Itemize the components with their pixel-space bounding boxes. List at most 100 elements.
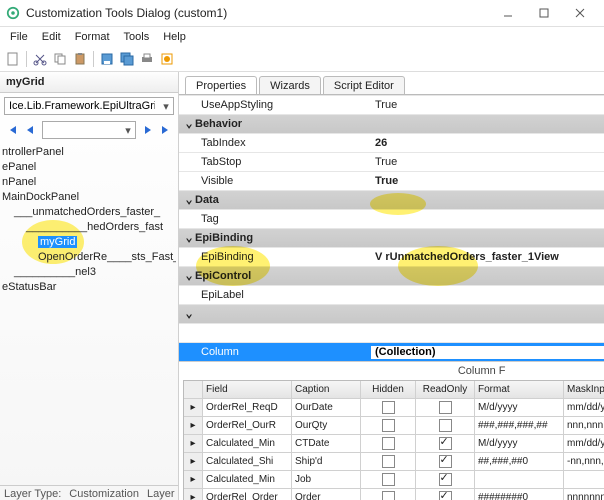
- prop-row[interactable]: UseAppStylingTrue: [179, 95, 604, 114]
- cell-caption[interactable]: Job: [292, 471, 361, 488]
- cell-mask[interactable]: [564, 471, 604, 488]
- cell-caption[interactable]: OurDate: [292, 399, 361, 416]
- prop-row[interactable]: TabStopTrue: [179, 152, 604, 171]
- paste-icon[interactable]: [71, 50, 89, 68]
- row-selector[interactable]: ▸: [184, 489, 203, 500]
- prop-category[interactable]: ⌄EpiControl: [179, 266, 604, 285]
- cell-readonly[interactable]: [416, 453, 475, 470]
- cell-readonly[interactable]: [416, 489, 475, 500]
- grid-row[interactable]: ▸OrderRel_ReqDOurDateM/d/yyyymm/dd/yyyy: [184, 399, 604, 417]
- cell-field[interactable]: OrderRel_Order: [203, 489, 292, 500]
- cell-field[interactable]: Calculated_Min: [203, 471, 292, 488]
- tab-properties[interactable]: Properties: [185, 76, 257, 95]
- prop-row[interactable]: Column(Collection) ▾: [179, 342, 604, 361]
- chevron-down-icon[interactable]: ▾: [121, 124, 135, 137]
- menu-tools[interactable]: Tools: [118, 29, 156, 45]
- prop-category[interactable]: ⌄Behavior: [179, 114, 604, 133]
- cell-caption[interactable]: Order: [292, 489, 361, 500]
- cell-format[interactable]: M/d/yyyy: [475, 399, 564, 416]
- menu-edit[interactable]: Edit: [36, 29, 67, 45]
- cell-hidden[interactable]: [361, 435, 416, 452]
- cell-mask[interactable]: -nn,nnn,nnn: [564, 453, 604, 470]
- grid-row[interactable]: ▸OrderRel_OurROurQty###,###,###,##nnn,nn…: [184, 417, 604, 435]
- cell-hidden[interactable]: [361, 471, 416, 488]
- prop-row[interactable]: VisibleTrue: [179, 171, 604, 190]
- save-icon[interactable]: [98, 50, 116, 68]
- cell-format[interactable]: [475, 471, 564, 488]
- cell-format[interactable]: ##,###,##0: [475, 453, 564, 470]
- prop-row[interactable]: Tag: [179, 209, 604, 228]
- cell-field[interactable]: OrderRel_OurR: [203, 417, 292, 434]
- tree-item[interactable]: eStatusBar: [2, 280, 176, 295]
- prop-row[interactable]: TabIndex26: [179, 133, 604, 152]
- columns-grid[interactable]: Field Caption Hidden ReadOnly Format Mas…: [183, 380, 604, 500]
- menu-help[interactable]: Help: [157, 29, 192, 45]
- cell-format[interactable]: M/d/yyyy: [475, 435, 564, 452]
- col-format[interactable]: Format: [475, 381, 564, 398]
- tree-item[interactable]: ___unmatchedOrders_faster_: [2, 205, 176, 220]
- print-icon[interactable]: [138, 50, 156, 68]
- maximize-button[interactable]: [526, 0, 562, 26]
- cell-field[interactable]: Calculated_Min: [203, 435, 292, 452]
- cell-field[interactable]: Calculated_Shi: [203, 453, 292, 470]
- tree-item[interactable]: nPanel: [2, 175, 176, 190]
- col-caption[interactable]: Caption: [292, 381, 361, 398]
- row-selector[interactable]: ▸: [184, 435, 203, 452]
- tree-item[interactable]: myGrid: [2, 235, 176, 250]
- cut-icon[interactable]: [31, 50, 49, 68]
- tree-item[interactable]: ePanel: [2, 160, 176, 175]
- cell-format[interactable]: ###,###,###,##: [475, 417, 564, 434]
- grid-row[interactable]: ▸OrderRel_OrderOrder ########0nnnnnnnnn: [184, 489, 604, 500]
- grid-row[interactable]: ▸Calculated_ShiShip'd ##,###,##0-nn,nnn,n…: [184, 453, 604, 471]
- nav-next-icon[interactable]: [140, 122, 156, 138]
- copy-icon[interactable]: [51, 50, 69, 68]
- nav-last-icon[interactable]: [158, 122, 174, 138]
- cell-hidden[interactable]: [361, 453, 416, 470]
- grid-row[interactable]: ▸Calculated_MinCTDate M/d/yyyymm/dd/yyyy: [184, 435, 604, 453]
- cell-readonly[interactable]: [416, 417, 475, 434]
- menu-format[interactable]: Format: [69, 29, 116, 45]
- tab-script-editor[interactable]: Script Editor: [323, 76, 405, 95]
- element-tree[interactable]: ntrollerPanelePanelnPanelMainDockPanel__…: [0, 141, 178, 485]
- cell-format[interactable]: ########0: [475, 489, 564, 500]
- tree-item[interactable]: OpenOrderRe____sts_Fast_1Vi: [2, 250, 176, 265]
- save-all-icon[interactable]: [118, 50, 136, 68]
- cell-caption[interactable]: CTDate: [292, 435, 361, 452]
- tool-icon[interactable]: [158, 50, 176, 68]
- minimize-button[interactable]: [490, 0, 526, 26]
- nav-prev-icon[interactable]: [22, 122, 38, 138]
- type-combo[interactable]: ▾: [4, 97, 174, 115]
- prop-row[interactable]: EpiBindingV rUnmatchedOrders_faster_1Vie…: [179, 247, 604, 266]
- row-selector[interactable]: ▸: [184, 453, 203, 470]
- grid-row[interactable]: ▸Calculated_MinJob: [184, 471, 604, 489]
- nav-first-icon[interactable]: [4, 122, 20, 138]
- col-field[interactable]: Field: [203, 381, 292, 398]
- cell-readonly[interactable]: [416, 471, 475, 488]
- property-grid[interactable]: UseAppStylingTrue⌄BehaviorTabIndex26TabS…: [179, 95, 604, 361]
- prop-category[interactable]: ⌄: [179, 304, 604, 323]
- row-selector[interactable]: ▸: [184, 471, 203, 488]
- col-readonly[interactable]: ReadOnly: [416, 381, 475, 398]
- tab-wizards[interactable]: Wizards: [259, 76, 321, 95]
- cell-readonly[interactable]: [416, 435, 475, 452]
- cell-mask[interactable]: mm/dd/yyyy: [564, 435, 604, 452]
- cell-mask[interactable]: nnnnnnnnn: [564, 489, 604, 500]
- new-icon[interactable]: [4, 50, 22, 68]
- chevron-down-icon[interactable]: ▾: [159, 100, 173, 113]
- cell-caption[interactable]: Ship'd: [292, 453, 361, 470]
- close-button[interactable]: [562, 0, 598, 26]
- cell-field[interactable]: OrderRel_ReqD: [203, 399, 292, 416]
- cell-hidden[interactable]: [361, 399, 416, 416]
- cell-mask[interactable]: nnn,nnn,nnn,nn: [564, 417, 604, 434]
- col-hidden[interactable]: Hidden: [361, 381, 416, 398]
- prop-category[interactable]: ⌄Data: [179, 190, 604, 209]
- tree-item[interactable]: MainDockPanel: [2, 190, 176, 205]
- prop-row[interactable]: [179, 323, 604, 342]
- row-selector[interactable]: ▸: [184, 417, 203, 434]
- type-combo-input[interactable]: [5, 98, 159, 114]
- prop-row[interactable]: EpiLabel: [179, 285, 604, 304]
- cell-mask[interactable]: mm/dd/yyyy: [564, 399, 604, 416]
- nav-combo[interactable]: [43, 122, 121, 138]
- tree-item[interactable]: __________hedOrders_fast: [2, 220, 176, 235]
- cell-readonly[interactable]: [416, 399, 475, 416]
